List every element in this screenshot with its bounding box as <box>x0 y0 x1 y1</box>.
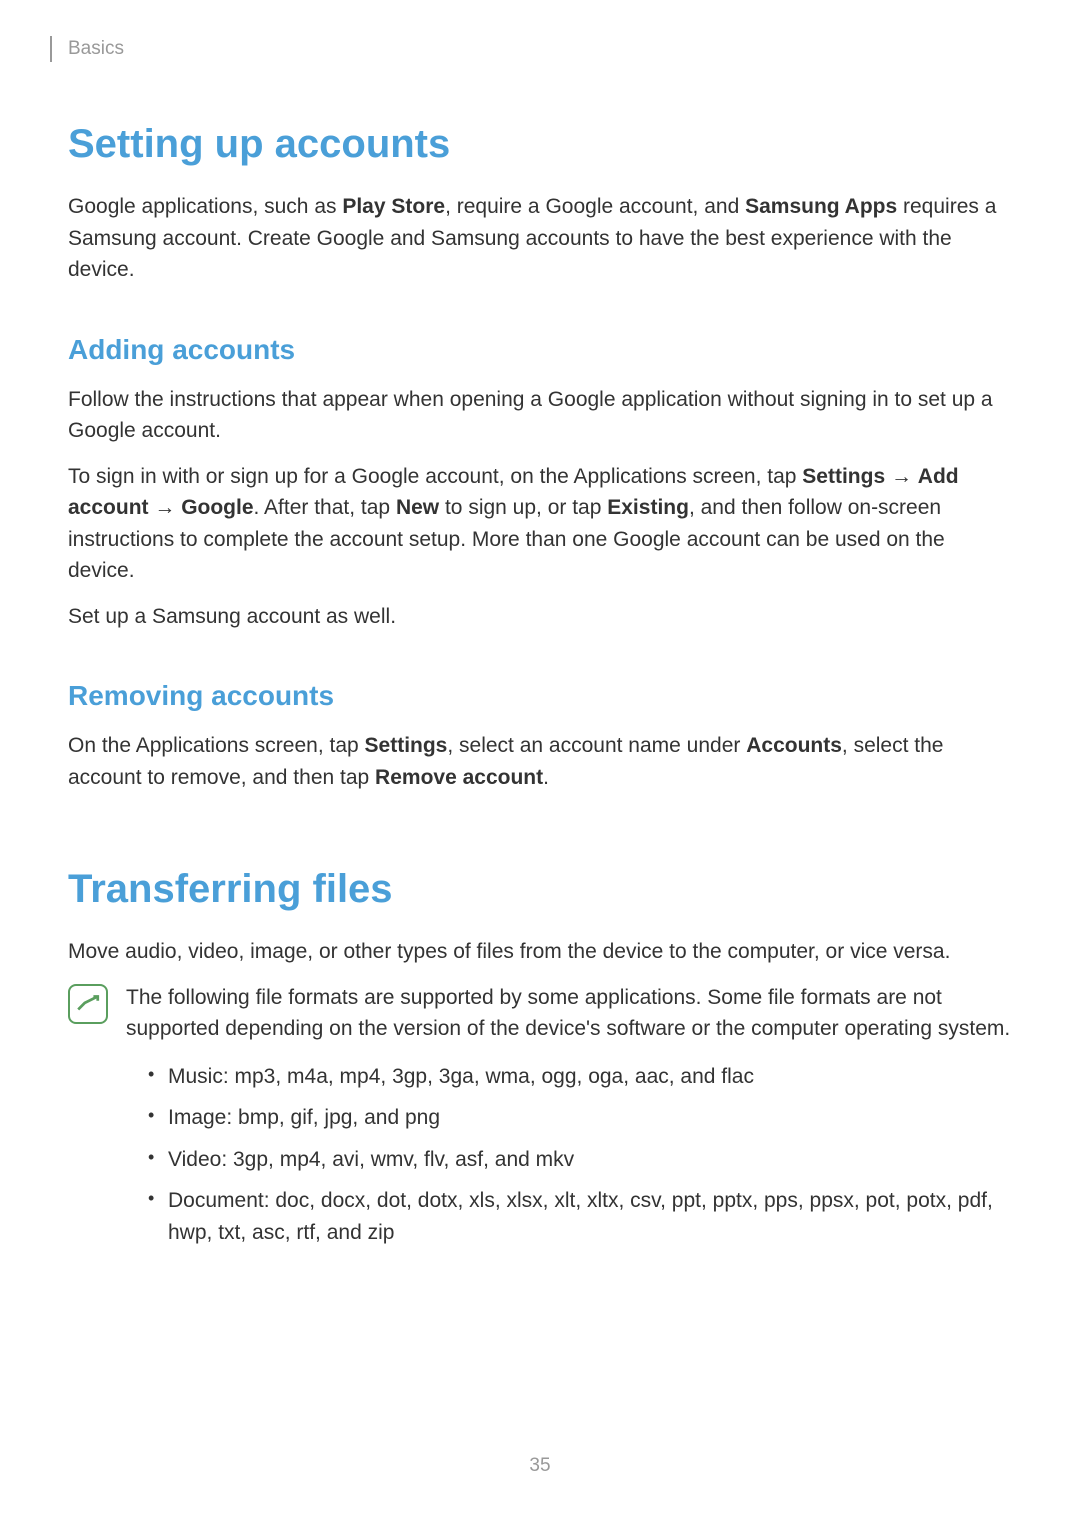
intro-paragraph: Google applications, such as Play Store,… <box>68 191 1012 286</box>
list-item: Image: bmp, gif, jpg, and png <box>148 1102 1012 1134</box>
note-content: The following file formats are supported… <box>126 982 1012 1259</box>
removing-accounts-p1: On the Applications screen, tap Settings… <box>68 730 1012 793</box>
breadcrumb: Basics <box>68 38 124 60</box>
page-header: Basics <box>68 36 1012 62</box>
heading-adding-accounts: Adding accounts <box>68 334 1012 366</box>
header-divider <box>50 36 52 62</box>
heading-transferring-files: Transferring files <box>68 867 1012 912</box>
note-block: The following file formats are supported… <box>68 982 1012 1259</box>
transferring-files-p1: Move audio, video, image, or other types… <box>68 936 1012 968</box>
note-paragraph: The following file formats are supported… <box>126 982 1012 1045</box>
list-item: Video: 3gp, mp4, avi, wmv, flv, asf, and… <box>148 1144 1012 1176</box>
list-item: Music: mp3, m4a, mp4, 3gp, 3ga, wma, ogg… <box>148 1061 1012 1093</box>
file-formats-list: Music: mp3, m4a, mp4, 3gp, 3ga, wma, ogg… <box>126 1061 1012 1249</box>
heading-removing-accounts: Removing accounts <box>68 680 1012 712</box>
adding-accounts-p1: Follow the instructions that appear when… <box>68 384 1012 447</box>
adding-accounts-p3: Set up a Samsung account as well. <box>68 601 1012 633</box>
page-number: 35 <box>529 1455 550 1477</box>
adding-accounts-p2: To sign in with or sign up for a Google … <box>68 461 1012 587</box>
heading-setting-up-accounts: Setting up accounts <box>68 122 1012 167</box>
list-item: Document: doc, docx, dot, dotx, xls, xls… <box>148 1185 1012 1248</box>
note-icon <box>68 984 108 1024</box>
